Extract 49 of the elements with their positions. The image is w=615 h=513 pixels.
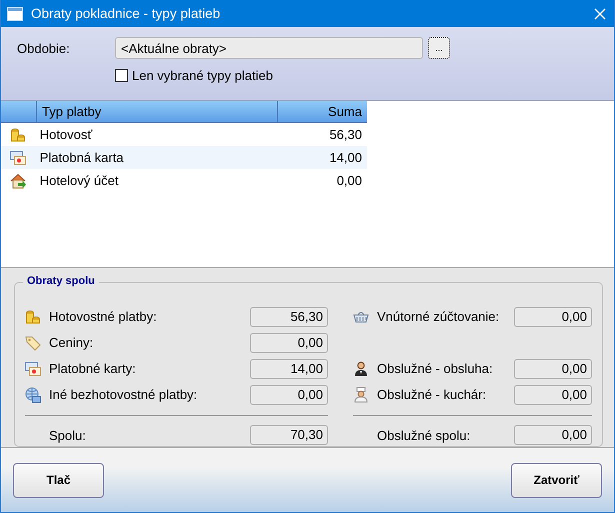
table-row[interactable]: Platobná karta 14,00	[1, 146, 367, 169]
summary-value: 0,00	[514, 384, 592, 404]
house-icon	[10, 172, 26, 188]
column-header[interactable]: Suma	[277, 101, 367, 122]
print-button[interactable]: Tlač	[13, 462, 104, 498]
checkbox[interactable]	[115, 69, 128, 82]
total-label: Spolu:	[49, 428, 87, 442]
table-cell-text: 14,00	[328, 150, 363, 165]
table-row[interactable]: Hotovosť 56,30	[1, 123, 367, 146]
summary-label: Platobné karty:	[49, 361, 137, 376]
table-cell-text: Hotovosť	[38, 127, 94, 142]
close-icon[interactable]	[594, 8, 606, 20]
coins-icon	[10, 126, 26, 142]
coins-icon	[25, 308, 41, 324]
summary-value: 0,00	[514, 358, 592, 378]
summary-value: 0,00	[514, 306, 592, 326]
total-label: Obslužné spolu:	[377, 428, 472, 442]
summary-value: 14,00	[250, 358, 328, 378]
summary-value: 0,00	[250, 332, 328, 352]
close-button[interactable]: Zatvoriť	[511, 462, 602, 498]
summary-value: 56,30	[250, 306, 328, 326]
summary-label: Vnútorné zúčtovanie:	[377, 309, 500, 324]
summary-label: Ceniny:	[49, 335, 94, 350]
browse-button[interactable]: ...	[428, 37, 450, 59]
summary-label: Obslužné - obsluha:	[377, 361, 494, 376]
table-cell-text: 56,30	[328, 127, 363, 142]
table-row[interactable]: Hotelový účet 0,00	[1, 169, 367, 192]
window-title: Obraty pokladnice - typy platieb	[31, 6, 222, 21]
card-icon	[10, 150, 26, 166]
period-field[interactable]: <Aktuálne obraty>	[115, 37, 423, 59]
window-icon	[7, 6, 23, 20]
group-title: Obraty spolu	[23, 275, 99, 287]
table-cell-text: Platobná karta	[38, 150, 125, 165]
globe-icon	[25, 386, 41, 402]
tag-icon	[25, 334, 41, 350]
card-icon	[25, 360, 41, 376]
period-label: Obdobie:	[17, 40, 71, 56]
summary-label: Hotovostné platby:	[49, 309, 158, 324]
cook-icon	[353, 386, 369, 402]
summary-value: 0,00	[250, 384, 328, 404]
waiter-icon	[353, 360, 369, 376]
summary-label: Iné bezhotovostné platby:	[49, 387, 198, 402]
column-header[interactable]: Typ platby	[36, 101, 277, 122]
total-value: 70,30	[250, 425, 328, 445]
total-value: 0,00	[514, 425, 592, 445]
table-cell-text: 0,00	[336, 173, 363, 188]
summary-label: Obslužné - kuchár:	[377, 387, 488, 402]
checkbox-label[interactable]: Len vybrané typy platieb	[132, 68, 273, 83]
table-cell-text: Hotelový účet	[38, 173, 120, 188]
